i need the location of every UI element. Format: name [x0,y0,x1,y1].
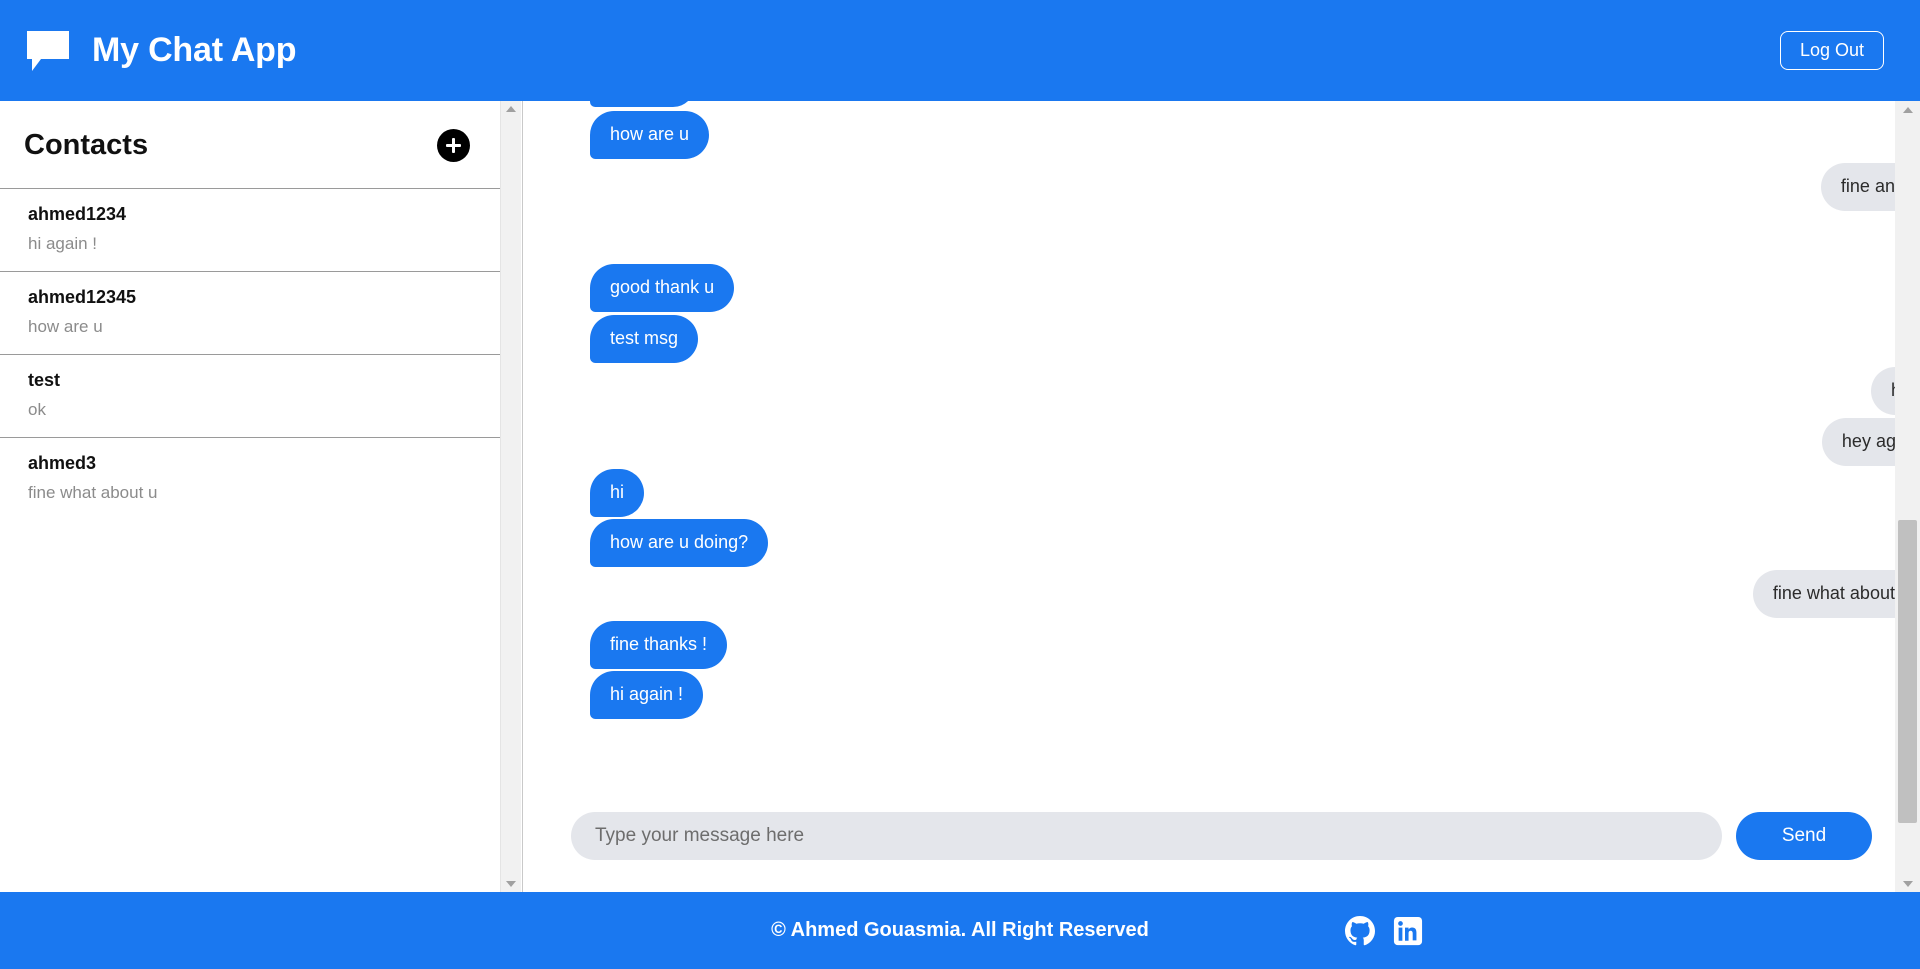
chat-scrollbar-thumb[interactable] [1898,520,1917,823]
contact-preview: fine what about u [28,483,158,502]
message-input[interactable] [571,812,1722,860]
chat-app-window: My Chat App Log Out Contacts ahmed1234 h… [0,0,1920,969]
brand: My Chat App [24,28,297,74]
add-contact-button[interactable] [437,129,470,162]
message-row: test msg [543,315,1920,363]
send-button[interactable]: Send [1736,812,1872,860]
incoming-message-bubble: how are u [590,111,710,159]
contact-preview: ok [28,400,46,419]
message-row: hi [543,469,1920,517]
app-body: Contacts ahmed1234 hi again ! ahmed12345 [0,101,1920,892]
chat-panel: how are u fine and u good thank u test msg h… [523,101,1920,892]
contacts-sidebar: Contacts ahmed1234 hi again ! ahmed12345 [0,101,523,892]
message-composer: Send [523,796,1920,892]
contact-list: ahmed1234 hi again ! ahmed12345 how are … [0,188,500,520]
scroll-down-arrow-icon[interactable] [501,876,522,892]
social-links [1345,915,1423,946]
chat-scrollbar[interactable] [1895,101,1920,892]
message-row: good thank u [543,264,1920,312]
contact-name: ahmed12345 [28,287,137,307]
app-header: My Chat App Log Out [0,0,1920,101]
contacts-header: Contacts [0,101,500,188]
incoming-message-bubble: hi again ! [590,671,704,719]
github-icon[interactable] [1345,915,1375,946]
app-title: My Chat App [92,31,297,69]
incoming-message-bubble: test msg [590,315,699,363]
scroll-up-arrow-icon[interactable] [501,101,522,117]
chat-bubble-icon [24,28,72,74]
incoming-message-bubble: good thank u [590,264,735,312]
message-row: hey [543,367,1920,415]
contact-preview: how are u [28,317,103,336]
copyright-text: © Ahmed Gouasmia. All Right Reserved [771,919,1149,941]
incoming-message-bubble [590,101,695,107]
contact-name: ahmed1234 [28,204,127,224]
sidebar-scrollbar[interactable] [500,101,521,892]
contacts-title: Contacts [24,129,149,161]
contacts-sidebar-content: Contacts ahmed1234 hi again ! ahmed12345 [0,101,522,892]
message-row: how are u doing? [543,519,1920,567]
contact-preview: hi again ! [28,234,97,253]
message-row: fine what about u? [543,570,1920,618]
message-row: fine thanks ! [543,621,1920,669]
incoming-message-bubble: hi [590,469,645,517]
logout-button[interactable]: Log Out [1779,30,1884,71]
linkedin-icon[interactable] [1393,916,1423,946]
message-row: fine and u [543,163,1920,211]
contact-name: ahmed3 [28,453,97,473]
scroll-up-arrow-icon[interactable] [1895,101,1920,118]
app-footer: © Ahmed Gouasmia. All Right Reserved [0,892,1920,969]
plus-icon [446,138,461,153]
scroll-down-arrow-icon[interactable] [1895,875,1920,892]
incoming-message-bubble: fine thanks ! [590,621,728,669]
message-row: how are u [543,111,1920,159]
message-row [543,101,1920,107]
contact-list-item[interactable]: ahmed3 fine what about u [0,437,500,520]
message-row: hey again [543,418,1920,466]
message-row: hi again ! [543,671,1920,719]
contact-name: test [28,370,61,390]
message-list: how are u fine and u good thank u test msg h… [523,101,1920,796]
contact-list-item[interactable]: test ok [0,354,500,437]
contact-list-item[interactable]: ahmed12345 how are u [0,271,500,354]
incoming-message-bubble: how are u doing? [590,519,769,567]
contact-list-item[interactable]: ahmed1234 hi again ! [0,188,500,271]
